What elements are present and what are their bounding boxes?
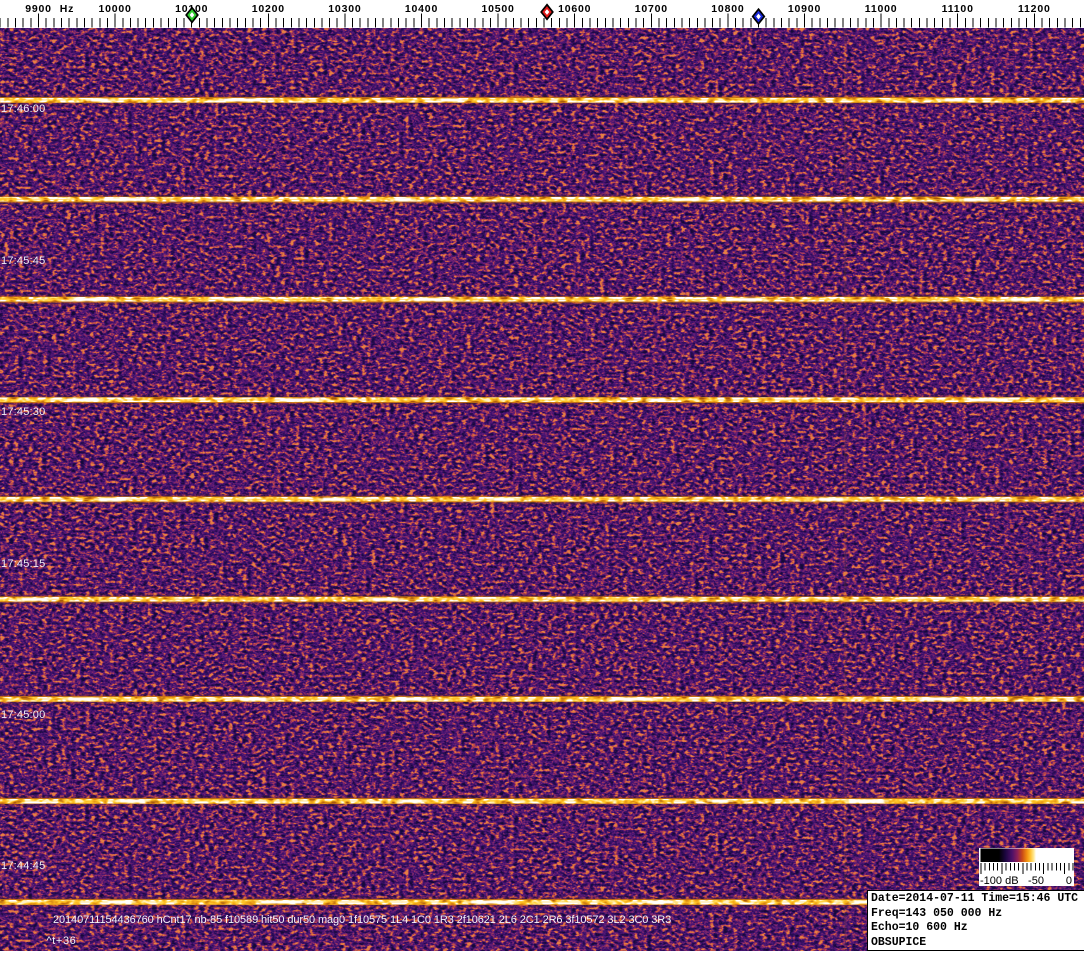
svg-text:11100: 11100 xyxy=(942,3,974,15)
svg-text:10400: 10400 xyxy=(405,3,438,15)
svg-text:10900: 10900 xyxy=(788,3,821,15)
svg-text:0: 0 xyxy=(1066,875,1072,886)
svg-text:10700: 10700 xyxy=(635,3,668,15)
svg-text:10000: 10000 xyxy=(98,3,131,15)
svg-text:11000: 11000 xyxy=(865,3,898,15)
svg-text:10200: 10200 xyxy=(252,3,285,15)
svg-text:10300: 10300 xyxy=(328,3,361,15)
svg-text:Hz: Hz xyxy=(60,3,74,15)
svg-text:10800: 10800 xyxy=(711,3,744,15)
svg-text:9900: 9900 xyxy=(25,3,52,15)
svg-text:-100 dB: -100 dB xyxy=(980,875,1019,886)
svg-text:11200: 11200 xyxy=(1018,3,1051,15)
svg-text:10500: 10500 xyxy=(481,3,514,15)
svg-text:10600: 10600 xyxy=(558,3,591,15)
svg-text:-50: -50 xyxy=(1028,875,1044,886)
